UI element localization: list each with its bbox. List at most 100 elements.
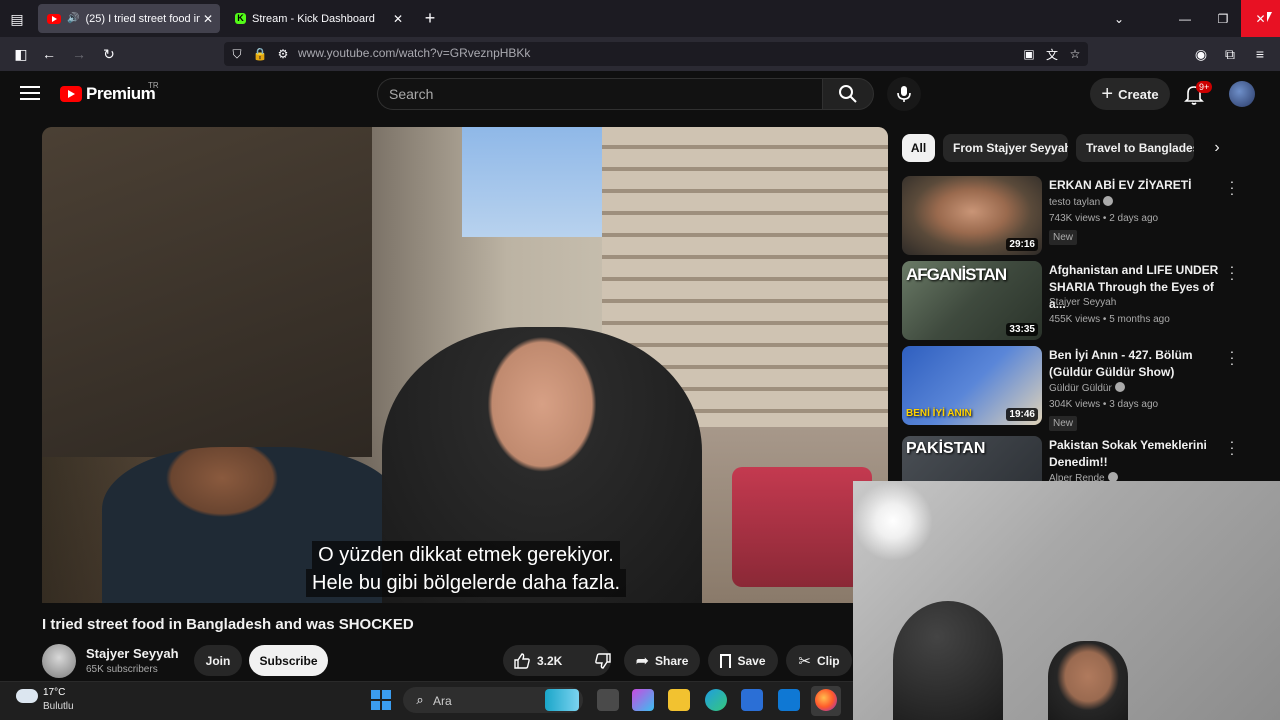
video-thumbnail[interactable]: 29:16 [902,176,1042,255]
recommended-meta: 743K views • 2 days ago [1049,213,1159,224]
create-button[interactable]: + Create [1090,78,1170,110]
chip-from-channel[interactable]: From Stajyer Seyyah [943,134,1068,162]
permissions-icon[interactable]: ⚙ [274,45,292,63]
recommended-meta: 455K views • 5 months ago [1049,314,1170,325]
notification-badge: 9+ [1196,81,1213,93]
recommended-title[interactable]: Pakistan Sokak Yemeklerini Denedim!! [1049,437,1219,471]
video-thumbnail[interactable]: PAKİSTAN [902,436,1042,481]
lock-icon[interactable]: 🔒 [251,45,269,63]
cloud-icon[interactable] [16,689,38,703]
subscribe-button[interactable]: Subscribe [249,645,328,676]
duration-badge: 29:16 [1006,238,1038,251]
channel-name[interactable]: Alper Rende [1049,473,1105,481]
duration-badge: 33:35 [1006,323,1038,336]
search-icon [839,85,857,103]
forward-icon[interactable]: → [68,43,90,65]
youtube-premium-logo[interactable]: Premium [86,84,156,104]
speaker-icon[interactable]: 🔊 [67,13,79,24]
video-player[interactable] [42,127,888,603]
tab-kick[interactable]: K Stream - Kick Dashboard ✕ [226,4,410,33]
new-badge: New [1049,230,1078,245]
store-icon[interactable] [741,689,763,711]
tab-youtube[interactable]: 🔊 (25) I tried street food in Ba ✕ [38,4,220,33]
url-text[interactable]: www.youtube.com/watch?v=GRveznpHBKk [298,46,530,60]
recommended-video[interactable]: PAKİSTAN Pakistan Sokak Yemeklerini Dene… [902,436,1242,481]
windows-start-icon[interactable] [371,690,391,710]
thumbnail-text: BENİ İYİ ANIN [906,408,972,419]
tab-list-icon[interactable]: ▤ [6,8,28,30]
account-icon[interactable]: ◉ [1190,43,1212,65]
shield-icon[interactable]: ⛉ [228,45,246,63]
thumbs-down-icon [595,652,612,669]
back-icon[interactable]: ← [38,43,60,65]
channel-name[interactable]: Stajyer Seyyah [86,646,179,661]
join-button[interactable]: Join [194,645,242,676]
recommended-channel[interactable]: Güldür Güldür [1049,382,1125,394]
close-tab-icon[interactable]: ✕ [200,12,216,26]
video-frame-market [42,127,372,457]
task-view-icon[interactable] [597,689,619,711]
chip-scroll-right-icon[interactable]: › [1206,137,1228,159]
search-button[interactable] [822,78,874,110]
translate-icon[interactable]: 文 [1043,45,1061,63]
channel-avatar[interactable] [42,644,76,678]
recommended-channel[interactable]: Stajyer Seyyah [1049,297,1116,308]
verified-icon [1114,382,1125,392]
outlook-icon[interactable] [778,689,800,711]
more-options-icon[interactable]: · · · [1228,436,1236,460]
file-explorer-icon[interactable] [668,689,690,711]
new-tab-icon[interactable]: + [420,8,440,28]
clip-label: Clip [816,653,840,668]
restore-icon[interactable]: ❐ [1200,0,1246,37]
search-input[interactable] [377,78,822,110]
scissors-icon: ✂ [798,652,811,670]
like-button[interactable]: 3.2K [513,652,562,670]
share-button[interactable]: ➦ Share [624,645,700,676]
search-highlight-icon[interactable] [545,689,579,711]
avatar[interactable] [1229,81,1255,107]
recommended-channel[interactable]: Alper Rende [1049,472,1118,481]
recommended-video[interactable]: 29:16 ERKAN ABİ EV ZİYARETİ testo taylan… [902,174,1242,256]
country-code: TR [148,81,159,90]
weather-temperature[interactable]: 17°C [43,687,65,698]
reload-icon[interactable]: ↻ [98,43,120,65]
close-window-icon[interactable]: ✕ [1241,0,1280,37]
video-thumbnail[interactable]: BENİ İYİ ANIN 19:46 [902,346,1042,425]
tab-overflow-chevron-icon[interactable]: ⌄ [1096,0,1142,37]
voice-search-button[interactable] [887,77,921,111]
menu-icon[interactable]: ≡ [1249,43,1271,65]
video-captions: O yüzden dikkat etmek gerekiyor. Hele bu… [298,541,634,597]
edge-icon[interactable] [705,689,727,711]
recommended-channel[interactable]: testo taylan [1049,196,1114,208]
video-frame-sky [462,127,622,237]
channel-name[interactable]: Güldür Güldür [1049,383,1112,394]
channel-name[interactable]: testo taylan [1049,197,1100,208]
chip-travel[interactable]: Travel to Bangladesh [1076,134,1194,162]
more-options-icon[interactable]: · · · [1228,344,1236,370]
extensions-icon[interactable]: ⧉ [1219,43,1241,65]
copilot-icon[interactable] [632,689,654,711]
webcam-overlay [853,481,1280,720]
chip-all[interactable]: All [902,134,935,162]
save-button[interactable]: Save [708,645,778,676]
youtube-logo-icon[interactable] [60,86,82,102]
video-thumbnail[interactable]: AFGANİSTAN 33:35 [902,261,1042,340]
recommended-title[interactable]: Ben İyi Anın - 427. Bölüm (Güldür Güldür… [1049,347,1219,381]
firefox-icon[interactable] [815,689,837,711]
recommended-video[interactable]: AFGANİSTAN 33:35 Afghanistan and LIFE UN… [902,259,1242,341]
guide-menu-icon[interactable] [20,86,40,102]
more-options-icon[interactable]: · · · [1228,174,1236,200]
more-options-icon[interactable]: · · · [1228,259,1236,285]
recommended-video[interactable]: BENİ İYİ ANIN 19:46 Ben İyi Anın - 427. … [902,344,1242,431]
close-tab-icon[interactable]: ✕ [390,12,406,26]
recommended-title[interactable]: ERKAN ABİ EV ZİYARETİ [1049,177,1219,194]
duration-badge: 19:46 [1006,408,1038,421]
sidebar-toggle-icon[interactable]: ◧ [10,43,32,65]
clip-button[interactable]: ✂ Clip [786,645,852,676]
dislike-button[interactable] [594,652,612,670]
weather-description[interactable]: Bulutlu [43,701,74,712]
share-label: Share [655,653,689,668]
bookmark-star-icon[interactable]: ☆ [1066,45,1084,63]
webcam-ceiling-light [853,481,933,561]
picture-blocked-icon[interactable]: ▣ [1020,45,1038,63]
